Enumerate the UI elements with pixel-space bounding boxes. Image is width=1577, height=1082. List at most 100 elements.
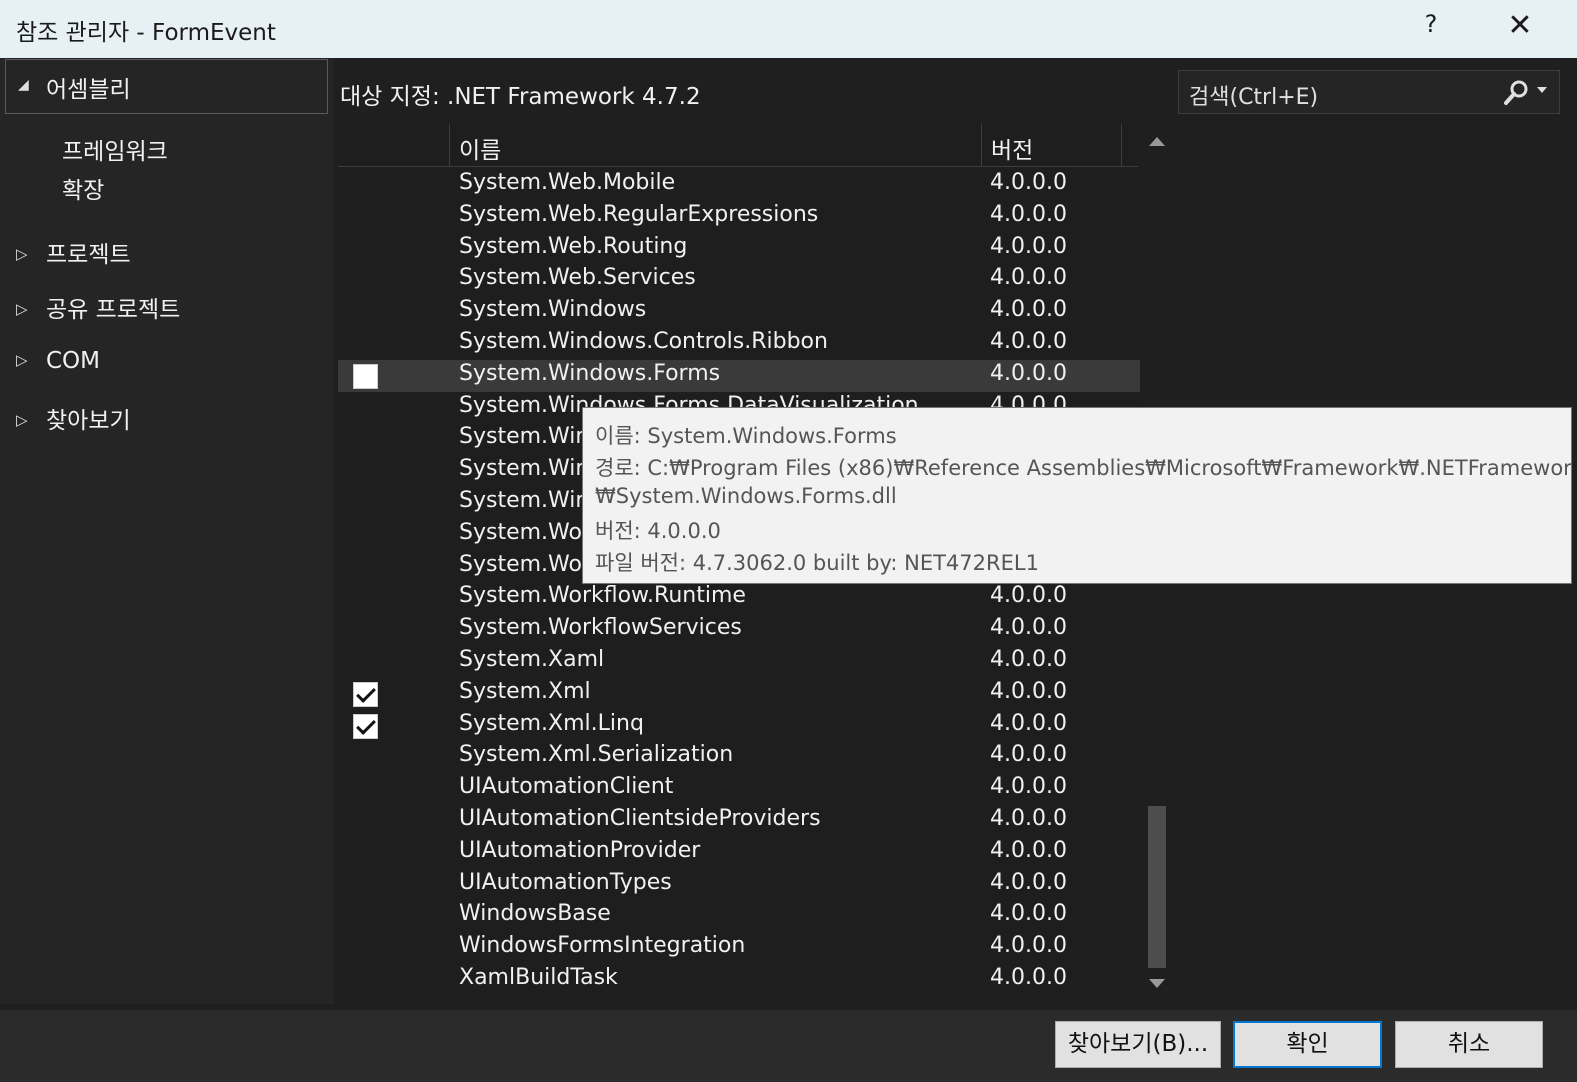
category-projects-label: 프로젝트 (46, 242, 131, 268)
table-row[interactable]: System.Xml.Linq 4.0.0.0 (338, 710, 1140, 742)
table-row[interactable]: System.Windows.Forms 4.0.0.0 (338, 359, 1140, 392)
row-version: 4.0.0.0 (990, 837, 1067, 863)
help-button[interactable]: ? (1418, 10, 1444, 38)
row-name: System.Web.RegularExpressions (459, 201, 819, 227)
row-version: 4.0.0.0 (990, 201, 1067, 227)
list-header: 이름 버전 (338, 124, 1138, 167)
table-row[interactable]: UIAutomationClient 4.0.0.0 (338, 773, 1140, 805)
column-header-name[interactable]: 이름 (450, 124, 982, 167)
row-checkbox[interactable] (353, 363, 378, 389)
row-version: 4.0.0.0 (990, 615, 1067, 641)
assembly-tooltip: 이름: System.Windows.Forms 경로: C:₩Program … (582, 407, 1572, 584)
row-version: 4.0.0.0 (990, 933, 1067, 959)
column-header-check[interactable] (338, 124, 450, 167)
row-version: 4.0.0.0 (990, 170, 1067, 195)
title-bar: 참조 관리자 - FormEvent ? ✕ (0, 0, 1577, 58)
row-version: 4.0.0.0 (990, 774, 1067, 800)
row-name: System.Windows.Controls.Ribbon (459, 328, 828, 354)
table-row[interactable]: System.Xml 4.0.0.0 (338, 678, 1140, 710)
row-version: 4.0.0.0 (990, 742, 1067, 768)
ok-button[interactable]: 확인 (1233, 1021, 1382, 1068)
table-row[interactable]: WindowsFormsIntegration 4.0.0.0 (338, 932, 1140, 964)
category-shared-projects-label: 공유 프로젝트 (46, 297, 181, 323)
row-version: 4.0.0.0 (990, 265, 1067, 291)
row-name: XamlBuildTask (459, 964, 618, 990)
row-name: System.Xaml (459, 646, 605, 672)
collapsed-triangle-icon: ▷ (16, 411, 28, 429)
tooltip-name: 이름: System.Windows.Forms (595, 424, 897, 448)
target-framework-label: 대상 지정: .NET Framework 4.7.2 (340, 84, 701, 110)
row-checkbox[interactable] (353, 681, 378, 707)
table-row[interactable]: WindowsBase 4.0.0.0 (338, 900, 1140, 932)
browse-button[interactable]: 찾아보기(B)... (1055, 1021, 1221, 1068)
table-row[interactable]: UIAutomationClientsideProviders 4.0.0.0 (338, 805, 1140, 837)
table-row[interactable]: UIAutomationProvider 4.0.0.0 (338, 837, 1140, 869)
row-name: System.Xml.Linq (459, 710, 644, 736)
row-name: System.Win (459, 424, 590, 450)
row-version: 4.0.0.0 (990, 901, 1067, 927)
tooltip-version: 버전: 4.0.0.0 (595, 519, 721, 543)
row-name: System.Win (459, 487, 590, 513)
row-version: 4.0.0.0 (990, 583, 1067, 609)
row-name: System.Web.Mobile (459, 170, 676, 195)
row-name: UIAutomationProvider (459, 837, 701, 863)
row-name: System.Xml (459, 678, 591, 704)
search-icon[interactable] (1501, 78, 1531, 108)
row-version: 4.0.0.0 (990, 233, 1067, 259)
table-row[interactable]: System.Workflow.Runtime 4.0.0.0 (338, 582, 1140, 614)
table-row[interactable]: System.Windows 4.0.0.0 (338, 296, 1140, 328)
category-assemblies[interactable]: ◢ 어셈블리 (5, 59, 328, 114)
collapsed-triangle-icon: ▷ (16, 300, 28, 318)
row-version: 4.0.0.0 (990, 964, 1067, 990)
category-assemblies-label: 어셈블리 (46, 77, 131, 103)
table-row[interactable]: XamlBuildTask 4.0.0.0 (338, 964, 1140, 996)
cancel-button[interactable]: 취소 (1395, 1021, 1543, 1068)
window-title: 참조 관리자 - FormEvent (16, 20, 276, 46)
row-version: 4.0.0.0 (990, 360, 1067, 386)
row-name: System.Wor (459, 551, 591, 577)
table-row[interactable]: UIAutomationTypes 4.0.0.0 (338, 869, 1140, 901)
column-header-version[interactable]: 버전 (982, 124, 1122, 167)
close-button[interactable]: ✕ (1500, 8, 1540, 43)
category-com[interactable]: ▷ COM (16, 348, 100, 374)
table-row[interactable]: System.Windows.Controls.Ribbon 4.0.0.0 (338, 328, 1140, 360)
row-name: System.Wor (459, 519, 591, 545)
row-version: 4.0.0.0 (990, 328, 1067, 354)
row-version: 4.0.0.0 (990, 805, 1067, 831)
row-name: System.Workflow.Runtime (459, 583, 746, 609)
row-checkbox[interactable] (353, 713, 378, 739)
category-extensions[interactable]: 확장 (62, 171, 104, 205)
category-framework[interactable]: 프레임워크 (62, 132, 168, 166)
column-header-name-label: 이름 (459, 138, 502, 164)
row-name: UIAutomationClient (459, 774, 674, 800)
table-row[interactable]: System.WorkflowServices 4.0.0.0 (338, 614, 1140, 646)
row-name: System.Web.Services (459, 265, 696, 291)
category-projects[interactable]: ▷ 프로젝트 (16, 235, 131, 269)
expanded-triangle-icon: ◢ (18, 77, 29, 93)
scroll-thumb[interactable] (1148, 806, 1166, 968)
scroll-up-arrow-icon[interactable] (1149, 137, 1165, 146)
row-version: 4.0.0.0 (990, 646, 1067, 672)
table-row[interactable]: System.Web.Mobile 4.0.0.0 (338, 169, 1140, 201)
row-version: 4.0.0.0 (990, 678, 1067, 704)
scroll-down-arrow-icon[interactable] (1149, 979, 1165, 988)
search-box[interactable]: 검색(Ctrl+E) (1178, 70, 1560, 114)
row-name: WindowsFormsIntegration (459, 933, 746, 959)
table-row[interactable]: System.Web.RegularExpressions 4.0.0.0 (338, 201, 1140, 233)
tooltip-path-continued: ₩System.Windows.Forms.dll (595, 484, 897, 508)
table-row[interactable]: System.Xml.Serialization 4.0.0.0 (338, 741, 1140, 773)
row-name: WindowsBase (459, 901, 611, 927)
table-row[interactable]: System.Web.Services 4.0.0.0 (338, 264, 1140, 296)
tooltip-file-version: 파일 버전: 4.7.3062.0 built by: NET472REL1 (595, 551, 1039, 575)
search-options-chevron-icon[interactable] (1537, 87, 1547, 93)
category-shared-projects[interactable]: ▷ 공유 프로젝트 (16, 290, 180, 324)
row-name: System.Windows (459, 297, 647, 323)
category-com-label: COM (46, 348, 101, 374)
row-name: System.Xml.Serialization (459, 742, 734, 768)
table-row[interactable]: System.Web.Routing 4.0.0.0 (338, 233, 1140, 265)
row-name: System.Web.Routing (459, 233, 688, 259)
collapsed-triangle-icon: ▷ (16, 245, 28, 263)
category-browse[interactable]: ▷ 찾아보기 (16, 401, 131, 435)
row-name: System.Win (459, 456, 590, 482)
table-row[interactable]: System.Xaml 4.0.0.0 (338, 646, 1140, 678)
